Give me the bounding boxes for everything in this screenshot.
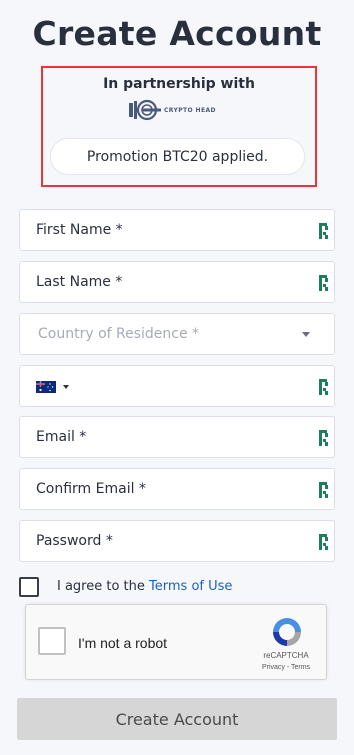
partnership-label: In partnership with — [103, 76, 255, 92]
recaptcha-label: I'm not a robot — [78, 635, 168, 651]
first-name-label: First Name * — [36, 222, 123, 238]
key-icon[interactable] — [319, 223, 329, 239]
country-code-caret-icon[interactable] — [63, 385, 69, 389]
terms-agreement-text: I agree to the Terms of Use — [57, 579, 232, 594]
key-icon[interactable] — [319, 534, 329, 550]
email-label: Email * — [36, 429, 87, 445]
partnership-panel: In partnership with CRYPTO HEAD Promotio… — [41, 66, 317, 187]
recaptcha-brand: reCAPTCHA — [263, 651, 309, 660]
key-icon[interactable] — [319, 482, 329, 498]
email-field[interactable]: Email * — [19, 416, 335, 458]
australia-flag-icon[interactable] — [36, 381, 56, 393]
key-icon[interactable] — [319, 430, 329, 446]
recaptcha-logo-icon — [273, 618, 301, 646]
first-name-field[interactable]: First Name * — [19, 209, 335, 251]
chevron-down-icon[interactable] — [302, 332, 310, 337]
page-title: Create Account — [32, 14, 322, 53]
crypto-head-logo: CRYPTO HEAD — [129, 98, 229, 122]
crypto-head-logo-text: CRYPTO HEAD — [164, 106, 216, 114]
recaptcha-checkbox[interactable] — [38, 627, 66, 655]
key-icon[interactable] — [319, 379, 329, 395]
crypto-head-logo-icon — [129, 99, 161, 121]
last-name-field[interactable]: Last Name * — [19, 261, 335, 303]
password-label: Password * — [36, 533, 113, 549]
promo-applied-badge: Promotion BTC20 applied. — [50, 138, 305, 175]
recaptcha-privacy-link[interactable]: Privacy — [262, 664, 285, 671]
key-icon[interactable] — [319, 275, 329, 291]
country-placeholder: Country of Residence * — [38, 326, 200, 342]
country-select[interactable]: Country of Residence * — [19, 313, 335, 355]
recaptcha-links: Privacy - Terms — [254, 664, 318, 671]
recaptcha-terms-link[interactable]: Terms — [291, 664, 310, 671]
password-field[interactable]: Password * — [19, 520, 335, 562]
terms-checkbox[interactable] — [19, 577, 39, 597]
phone-field[interactable] — [19, 365, 335, 407]
terms-agreement-prefix: I agree to the — [57, 579, 150, 594]
confirm-email-field[interactable]: Confirm Email * — [19, 468, 335, 510]
recaptcha-widget: I'm not a robot reCAPTCHA Privacy - Term… — [25, 604, 327, 680]
last-name-label: Last Name * — [36, 274, 123, 290]
terms-of-use-link[interactable]: Terms of Use — [149, 579, 232, 594]
confirm-email-label: Confirm Email * — [36, 481, 146, 497]
create-account-button[interactable]: Create Account — [17, 698, 337, 740]
